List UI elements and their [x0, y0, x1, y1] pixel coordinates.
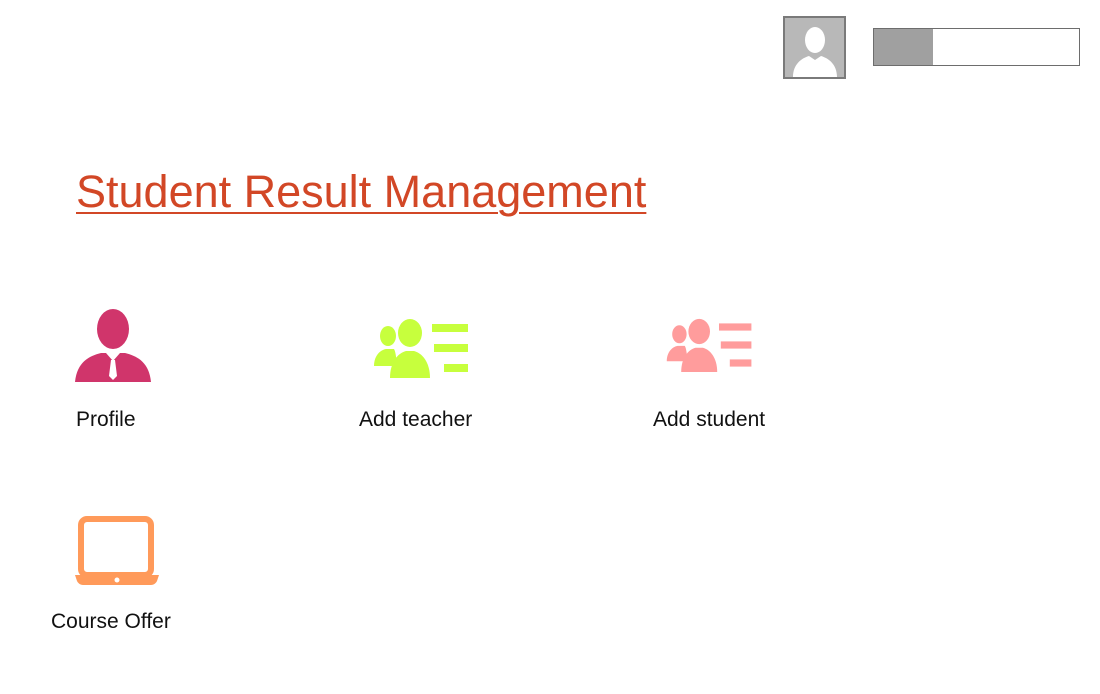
user-bar-fill [874, 29, 934, 65]
tile-label-add-teacher: Add teacher [359, 408, 473, 431]
tile-add-student[interactable]: Add student [645, 300, 795, 440]
laptop-icon [75, 516, 159, 585]
page-title[interactable]: Student Result Management [76, 162, 646, 222]
tile-add-teacher[interactable]: Add teacher [350, 300, 500, 440]
tile-label-profile: Profile [76, 408, 136, 431]
tile-course-offer[interactable]: Course Offer [45, 505, 205, 640]
user-silhouette-icon [785, 18, 844, 77]
contact-card-icon [666, 318, 752, 372]
user-name-bar[interactable] [873, 28, 1080, 66]
tile-label-add-student: Add student [653, 408, 766, 431]
user-avatar[interactable] [783, 16, 846, 79]
tile-label-course-offer: Course Offer [51, 610, 171, 633]
contact-card-icon [374, 319, 468, 378]
tile-profile[interactable]: Profile [60, 300, 170, 440]
person-with-tie-icon [75, 309, 151, 382]
